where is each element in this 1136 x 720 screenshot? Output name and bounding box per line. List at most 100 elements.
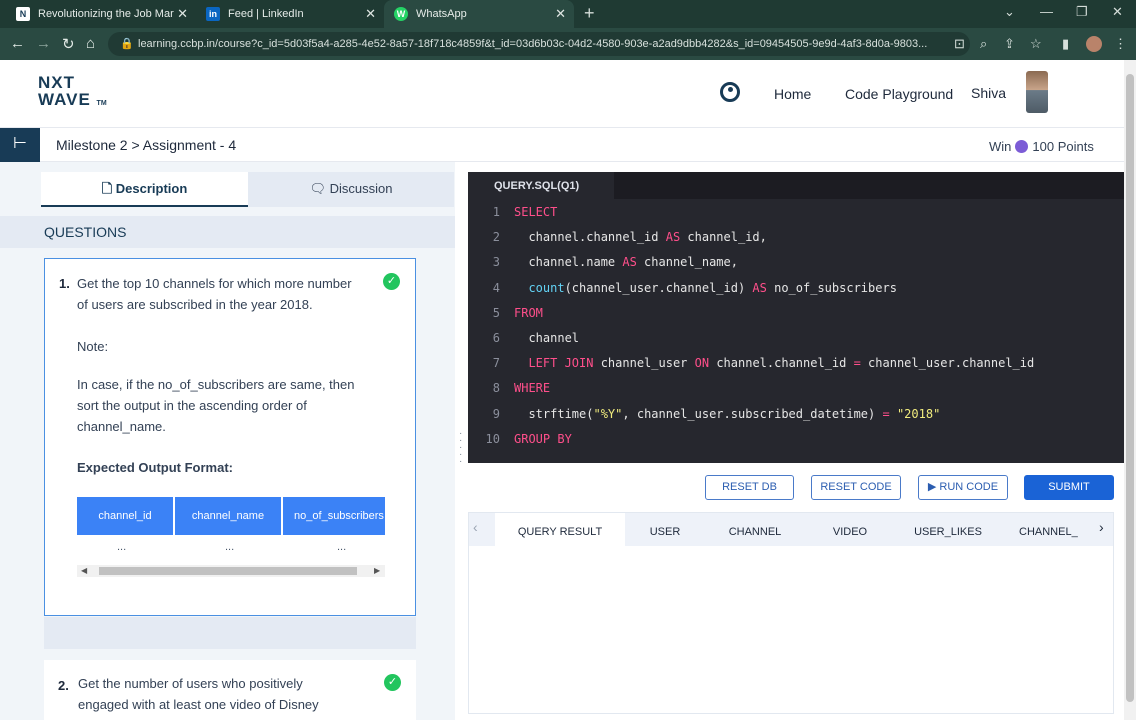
code-line[interactable]: 8 WHERE	[468, 376, 1124, 401]
code-line[interactable]: 6 channel	[468, 326, 1124, 351]
play-icon: ▶	[927, 481, 937, 493]
scroll-left-icon[interactable]: ◀	[81, 565, 87, 577]
query-result-area	[469, 546, 1113, 713]
bookmark-star-icon[interactable]: ☆	[1030, 36, 1042, 52]
tab-user[interactable]: USER	[633, 513, 697, 546]
timer-icon[interactable]	[720, 82, 740, 102]
nav-home[interactable]: Home	[774, 86, 811, 102]
code-line[interactable]: 4 count(channel_user.channel_id) AS no_o…	[468, 276, 1124, 301]
code-text: GROUP BY	[514, 427, 572, 452]
code-text: channel	[514, 326, 579, 351]
whatsapp-favicon-icon: W	[394, 7, 408, 21]
question-text: Get the top 10 channels for which more n…	[77, 273, 397, 315]
code-line[interactable]: 5 FROM	[468, 301, 1124, 326]
code-line[interactable]: 3 channel.name AS channel_name,	[468, 250, 1124, 275]
sidebar-icon[interactable]: ▮	[1062, 36, 1069, 52]
browser-address-bar: ← → ↻ ⌂ 🔒 learning.ccbp.in/course?c_id=5…	[0, 28, 1136, 60]
code-token: , channel_user.subscribed_datetime)	[622, 406, 883, 421]
tab-channel[interactable]: CHANNEL	[717, 513, 793, 546]
home-icon[interactable]: ⌂	[86, 35, 95, 52]
question-card-1[interactable]: 1. Get the top 10 channels for which mor…	[44, 258, 416, 616]
close-window-icon[interactable]: ✕	[1112, 4, 1123, 20]
line-number: 6	[492, 331, 500, 345]
browser-tab-title: Feed | LinkedIn	[228, 8, 304, 20]
table-horizontal-scrollbar[interactable]: ◀ ▶	[77, 565, 385, 577]
scroll-thumb[interactable]	[99, 567, 357, 575]
question-panel: 🗋 Description 🗨 Discussion QUESTIONS 1. …	[0, 162, 455, 720]
avatar[interactable]	[1026, 71, 1048, 113]
note-text-line: In case, if the no_of_subscribers are sa…	[77, 377, 355, 392]
table-header-cell: channel_id	[77, 497, 173, 535]
zoom-icon[interactable]: ⌕	[980, 36, 987, 52]
code-token: channel.channel_id	[514, 230, 666, 245]
browser-tab-2[interactable]: in Feed | LinkedIn ✕	[196, 0, 384, 28]
tab-video[interactable]: VIDEO	[815, 513, 885, 546]
tab-channel-more[interactable]: CHANNEL_	[1019, 513, 1099, 546]
code-line[interactable]: 7 LEFT JOIN channel_user ON channel.chan…	[468, 351, 1124, 376]
run-code-button[interactable]: ▶ RUN CODE	[918, 475, 1008, 500]
page-vertical-scrollbar[interactable]	[1124, 60, 1136, 720]
linkedin-favicon-icon: in	[206, 7, 220, 21]
user-name[interactable]: Shiva	[971, 85, 1006, 101]
share-icon[interactable]: ⇪	[1004, 36, 1015, 52]
url-text: learning.ccbp.in/course?c_id=5d03f5a4-a2…	[138, 38, 928, 50]
close-tab-icon[interactable]: ✕	[177, 6, 188, 22]
code-text: channel.channel_id AS channel_id,	[514, 225, 766, 250]
tab-user-likes[interactable]: USER_LIKES	[905, 513, 991, 546]
code-token: channel_user	[593, 356, 695, 371]
code-token: channel	[514, 331, 580, 345]
coin-icon	[1015, 140, 1029, 153]
close-tab-icon[interactable]: ✕	[365, 6, 376, 22]
install-app-icon[interactable]: ⊡	[954, 36, 965, 52]
profile-icon[interactable]	[1086, 36, 1102, 52]
forward-icon[interactable]: →	[36, 35, 51, 52]
code-token: "2018"	[896, 406, 941, 421]
code-text: WHERE	[514, 376, 550, 401]
code-line[interactable]: 10 GROUP BY	[468, 427, 1124, 452]
code-token: no_of_subscribers	[766, 280, 897, 295]
panel-resize-handle[interactable]: · · · · ·	[459, 429, 463, 467]
tab-search-icon[interactable]: ⌄	[1004, 4, 1015, 20]
scroll-thumb[interactable]	[1126, 74, 1134, 702]
code-line[interactable]: 2 channel.channel_id AS channel_id,	[468, 225, 1124, 250]
menu-kebab-icon[interactable]: ⋮	[1114, 36, 1127, 52]
tab-description[interactable]: 🗋 Description	[41, 172, 248, 207]
question-card-2[interactable]: 2. Get the number of users who positivel…	[44, 660, 416, 720]
scroll-right-icon[interactable]: ▶	[374, 565, 380, 577]
reload-icon[interactable]: ↻	[62, 35, 75, 53]
code-text: count(channel_user.channel_id) AS no_of_…	[514, 276, 897, 301]
code-text: strftime("%Y", channel_user.subscribed_d…	[514, 402, 940, 427]
submit-button[interactable]: SUBMIT	[1024, 475, 1114, 500]
chevron-right-icon[interactable]: ›	[1099, 519, 1104, 535]
editor-tab-query-sql[interactable]: QUERY.SQL(Q1)	[468, 172, 614, 199]
tab-query-result[interactable]: QUERY RESULT	[495, 513, 625, 546]
tab-discussion[interactable]: 🗨 Discussion	[248, 172, 454, 207]
code-editor[interactable]: QUERY.SQL(Q1) 1 SELECT 2 channel.channel_i…	[468, 172, 1124, 463]
question-text-line: Get the top 10 channels for which more n…	[77, 276, 352, 291]
code-token: AS	[622, 255, 637, 270]
reset-db-button[interactable]: RESET DB	[705, 475, 794, 500]
logo-trademark: TM	[96, 100, 107, 107]
completed-check-icon: ✓	[383, 273, 400, 290]
minimize-icon[interactable]: —	[1040, 4, 1053, 19]
browser-tab-3[interactable]: W WhatsApp ✕	[384, 0, 574, 28]
back-icon[interactable]: ←	[10, 35, 25, 52]
url-input[interactable]: 🔒 learning.ccbp.in/course?c_id=5d03f5a4-…	[108, 32, 970, 56]
code-line[interactable]: 1 SELECT	[468, 200, 1124, 225]
table-cell: ...	[337, 541, 347, 553]
question-separator	[44, 617, 416, 649]
close-tab-icon[interactable]: ✕	[555, 6, 566, 22]
code-line[interactable]: 9 strftime("%Y", channel_user.subscribed…	[468, 402, 1124, 427]
chevron-left-icon[interactable]: ‹	[473, 519, 478, 535]
sidebar-toggle-icon[interactable]: ⊢	[0, 128, 40, 162]
new-tab-icon[interactable]: +	[584, 3, 595, 24]
reset-code-button[interactable]: RESET CODE	[811, 475, 901, 500]
nav-code-playground[interactable]: Code Playground	[845, 86, 953, 102]
nxtwave-logo[interactable]: NXT WAVE TM	[38, 74, 107, 112]
line-number: 1	[492, 205, 500, 219]
browser-tab-1[interactable]: N Revolutionizing the Job Market | ✕	[8, 0, 196, 28]
restore-icon[interactable]: ❐	[1076, 4, 1088, 20]
note-text: In case, if the no_of_subscribers are sa…	[77, 374, 407, 437]
